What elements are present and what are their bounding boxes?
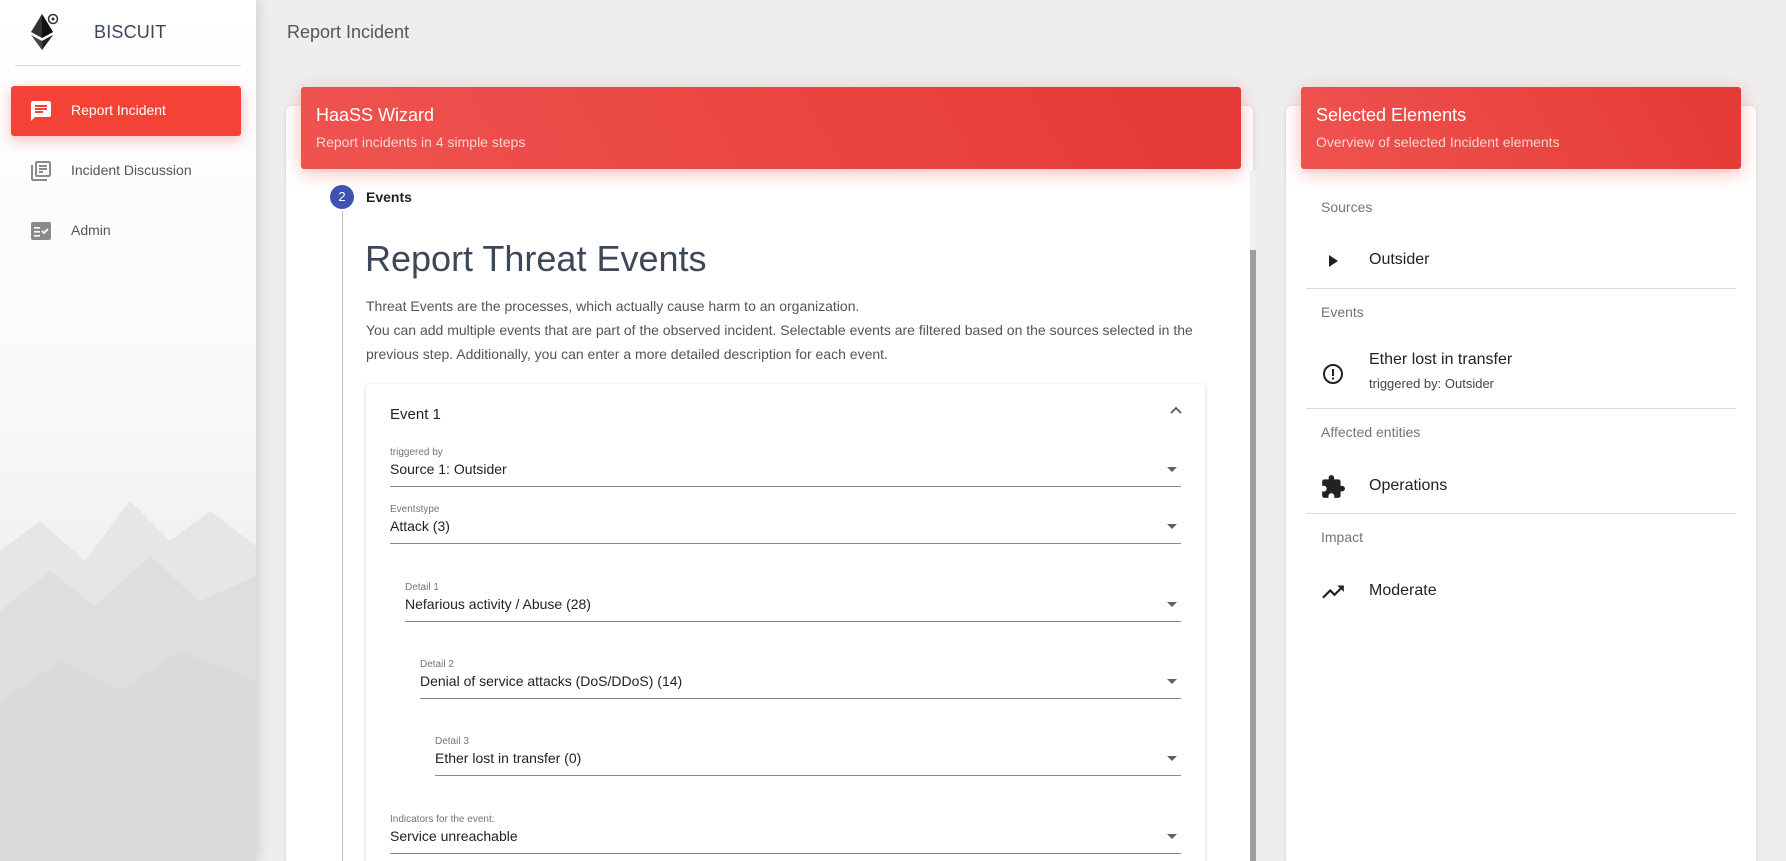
field-value: Attack (3) — [390, 518, 450, 534]
dropdown-arrow-icon[interactable] — [1167, 834, 1177, 839]
event-item-sub: triggered by: Outsider — [1369, 376, 1495, 391]
list-item-impact[interactable]: Moderate — [1320, 577, 1740, 607]
wizard-header: HaaSS Wizard Report incidents in 4 simpl… — [301, 87, 1241, 169]
description-line-1: Threat Events are the processes, which a… — [366, 298, 860, 314]
dropdown-arrow-icon[interactable] — [1167, 756, 1177, 761]
brand[interactable]: BISCUIT — [15, 0, 241, 66]
wizard-scrollbar[interactable] — [1250, 170, 1256, 861]
field-label: Indicators for the event: — [390, 814, 495, 825]
section-heading: Report Threat Events — [365, 238, 707, 279]
stepper-line — [342, 211, 343, 861]
sidebar-item-label: Incident Discussion — [71, 162, 192, 178]
field-value: Denial of service attacks (DoS/DDoS) (14… — [420, 673, 683, 689]
sources-section-title: Sources — [1321, 199, 1373, 215]
field-value: Nefarious activity / Abuse (28) — [405, 596, 591, 612]
wizard-title: HaaSS Wizard — [316, 105, 435, 125]
event-title[interactable]: Event 1 — [390, 406, 441, 423]
dropdown-arrow-icon[interactable] — [1167, 524, 1177, 529]
error-outline-icon — [1323, 364, 1343, 384]
sidebar-item-report-incident[interactable]: Report Incident — [11, 86, 241, 136]
checklist-icon — [31, 222, 51, 240]
sidebar-item-incident-discussion[interactable]: Incident Discussion — [11, 146, 241, 196]
description-line-2: You can add multiple events that are par… — [366, 322, 1193, 338]
source-item-label: Outsider — [1369, 251, 1430, 268]
trending-up-icon — [1322, 585, 1344, 599]
triggered-by-select[interactable]: triggered by Source 1: Outsider — [390, 447, 1181, 487]
ethereum-logo-icon — [31, 13, 59, 50]
chevron-up-icon[interactable] — [1168, 403, 1184, 419]
page-title: Report Incident — [287, 22, 410, 42]
affected-item-label: Operations — [1369, 477, 1448, 494]
field-value: Source 1: Outsider — [390, 461, 507, 477]
detail-3-select[interactable]: Detail 3 Ether lost in transfer (0) — [435, 736, 1181, 776]
dropdown-arrow-icon[interactable] — [1167, 679, 1177, 684]
affected-section-title: Affected entities — [1321, 424, 1421, 440]
list-item-event[interactable]: Ether lost in transfer triggered by: Out… — [1320, 349, 1740, 393]
list-item-affected[interactable]: Operations — [1320, 472, 1740, 502]
indicators-select[interactable]: Indicators for the event: Service unreac… — [390, 814, 1181, 854]
field-value: Ether lost in transfer (0) — [435, 750, 582, 766]
sidebar-item-label: Report Incident — [71, 102, 166, 118]
list-item-source[interactable]: Outsider — [1320, 246, 1740, 276]
sidebar-item-admin[interactable]: Admin — [11, 206, 241, 256]
events-section-title: Events — [1321, 304, 1364, 320]
step-number-badge[interactable]: 2 — [330, 185, 354, 209]
sidebar-nav: Report Incident Incident Discussion Admi… — [0, 86, 256, 256]
play-arrow-icon — [1329, 255, 1338, 267]
dropdown-arrow-icon[interactable] — [1167, 467, 1177, 472]
wizard-subtitle: Report incidents in 4 simple steps — [316, 134, 526, 150]
sidebar-background-image — [0, 501, 256, 861]
field-label: Detail 3 — [435, 736, 469, 747]
selected-title: Selected Elements — [1316, 105, 1467, 125]
detail-2-select[interactable]: Detail 2 Denial of service attacks (DoS/… — [420, 659, 1181, 699]
field-label: Eventstype — [390, 504, 440, 515]
divider — [1306, 513, 1736, 514]
step-label[interactable]: Events — [366, 189, 412, 205]
impact-section-title: Impact — [1321, 529, 1364, 545]
divider — [1306, 288, 1736, 289]
event-item-label: Ether lost in transfer — [1369, 351, 1513, 368]
impact-item-label: Moderate — [1369, 582, 1437, 599]
sidebar: BISCUIT Report Incident Incident Discuss… — [0, 0, 256, 861]
divider — [1306, 408, 1736, 409]
field-value: Service unreachable — [390, 828, 518, 844]
scrollbar-thumb[interactable] — [1250, 250, 1256, 861]
chat-icon — [31, 101, 51, 121]
extension-icon — [1322, 475, 1345, 498]
dropdown-arrow-icon[interactable] — [1167, 602, 1177, 607]
field-label: Detail 2 — [420, 659, 454, 670]
sidebar-item-label: Admin — [71, 222, 111, 238]
app-name: BISCUIT — [94, 22, 167, 42]
selected-elements-header: Selected Elements Overview of selected I… — [1301, 87, 1741, 169]
field-label: Detail 1 — [405, 582, 439, 593]
detail-1-select[interactable]: Detail 1 Nefarious activity / Abuse (28) — [405, 582, 1181, 622]
selected-subtitle: Overview of selected Incident elements — [1316, 134, 1560, 150]
eventstype-select[interactable]: Eventstype Attack (3) — [390, 504, 1181, 544]
library-books-icon — [31, 161, 51, 181]
description-line-3: previous step. Additionally, you can ent… — [366, 346, 888, 362]
field-label: triggered by — [390, 447, 443, 458]
